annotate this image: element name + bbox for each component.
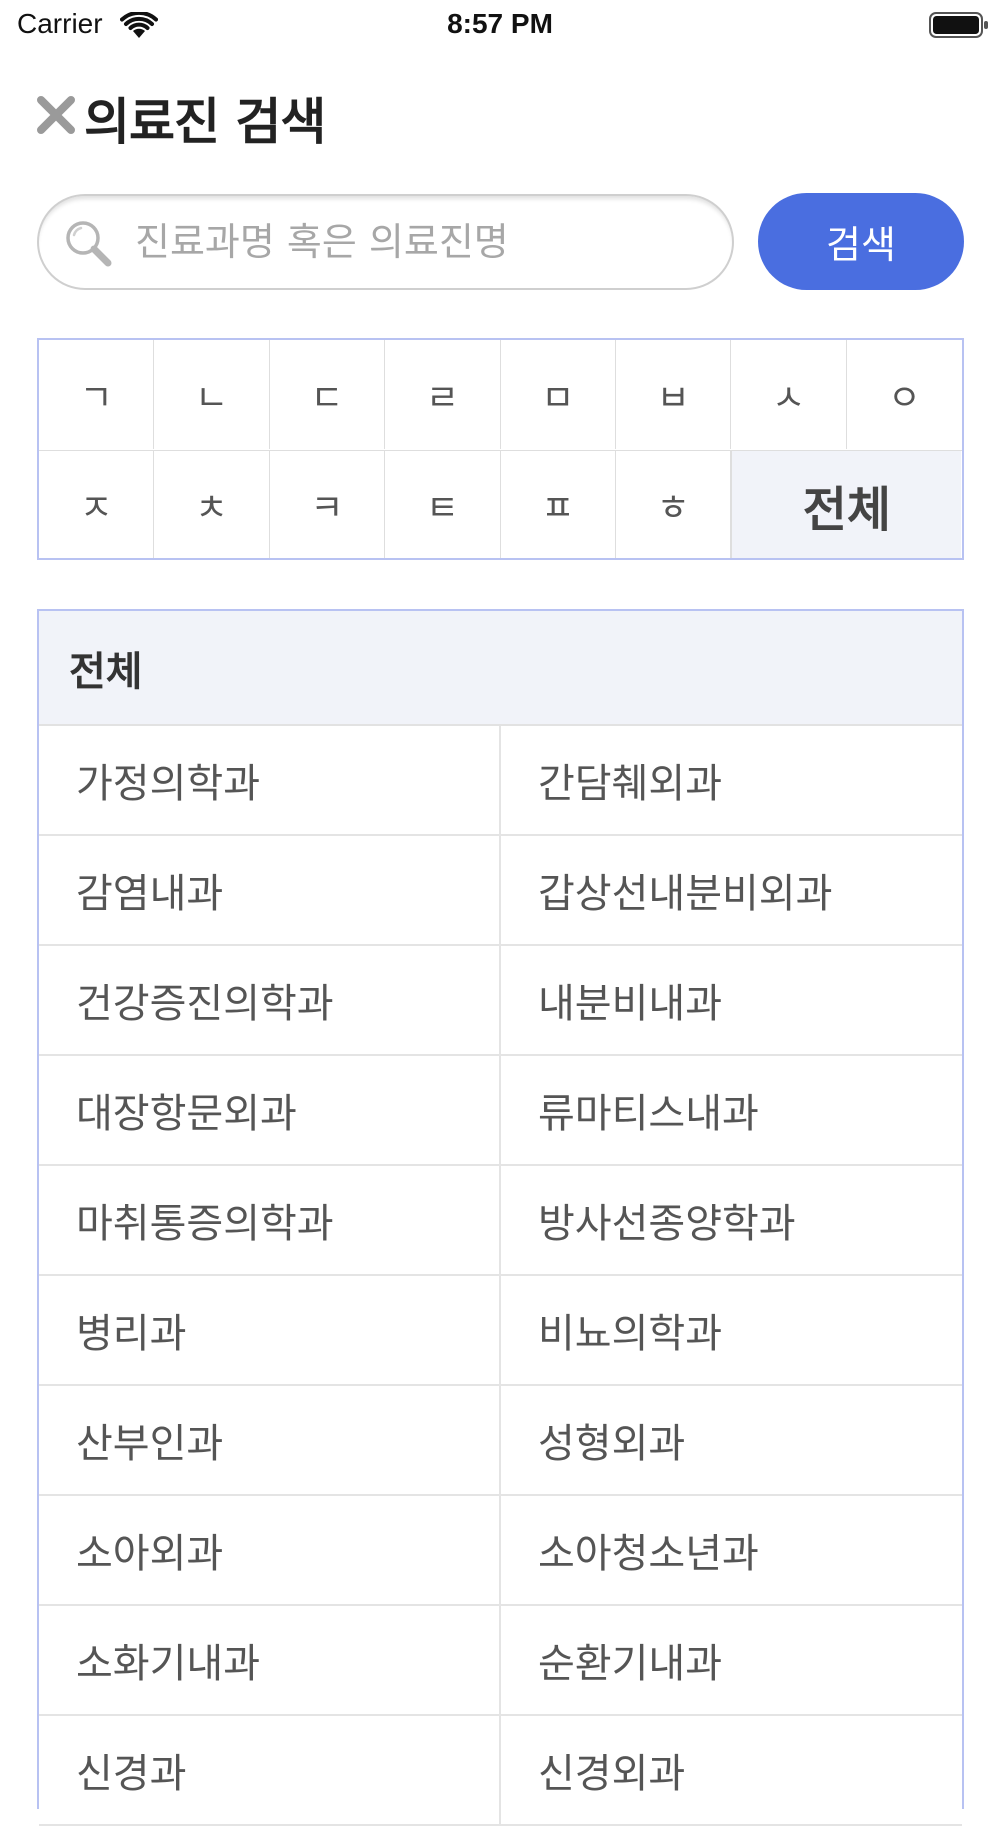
index-cell-hieut[interactable]: ㅎ xyxy=(616,451,732,558)
department-item[interactable]: 감염내과 xyxy=(39,836,501,944)
index-cell-mieum[interactable]: ㅁ xyxy=(501,340,616,449)
index-cell-ieung[interactable]: ㅇ xyxy=(847,340,962,449)
table-row: 건강증진의학과 내분비내과 xyxy=(39,946,962,1056)
department-item[interactable]: 신경외과 xyxy=(501,1716,962,1824)
table-row: 소아외과 소아청소년과 xyxy=(39,1496,962,1606)
department-item[interactable]: 대장항문외과 xyxy=(39,1056,501,1164)
table-row: 신경과 신경외과 xyxy=(39,1716,962,1826)
department-item[interactable]: 소아청소년과 xyxy=(501,1496,962,1604)
status-bar: Carrier 8:57 PM xyxy=(0,0,1000,50)
index-cell-nieun[interactable]: ㄴ xyxy=(154,340,270,449)
table-row: 산부인과 성형외과 xyxy=(39,1386,962,1496)
table-row: 마취통증의학과 방사선종양학과 xyxy=(39,1166,962,1276)
department-item[interactable]: 소아외과 xyxy=(39,1496,501,1604)
close-icon[interactable] xyxy=(36,95,76,135)
index-cell-pieup[interactable]: ㅍ xyxy=(501,451,616,558)
index-cell-all[interactable]: 전체 xyxy=(731,451,962,558)
department-item[interactable]: 간담췌외과 xyxy=(501,726,962,834)
index-cell-siot[interactable]: ㅅ xyxy=(731,340,847,449)
department-item[interactable]: 산부인과 xyxy=(39,1386,501,1494)
department-item[interactable]: 가정의학과 xyxy=(39,726,501,834)
index-cell-jieut[interactable]: ㅈ xyxy=(39,451,155,558)
department-list-header: 전체 xyxy=(39,611,962,726)
battery-icon xyxy=(929,12,988,38)
index-cell-digeut[interactable]: ㄷ xyxy=(270,340,386,449)
department-item[interactable]: 성형외과 xyxy=(501,1386,962,1494)
department-rows: 가정의학과 간담췌외과 감염내과 갑상선내분비외과 건강증진의학과 내분비내과 … xyxy=(39,726,962,1826)
table-row: 병리과 비뇨의학과 xyxy=(39,1276,962,1386)
department-item[interactable]: 내분비내과 xyxy=(501,946,962,1054)
department-item[interactable]: 건강증진의학과 xyxy=(39,946,501,1054)
index-row: ㅈ ㅊ ㅋ ㅌ ㅍ ㅎ 전체 xyxy=(39,450,962,558)
search-box[interactable] xyxy=(37,194,734,290)
department-item[interactable]: 소화기내과 xyxy=(39,1606,501,1714)
department-item[interactable]: 방사선종양학과 xyxy=(501,1166,962,1274)
department-item[interactable]: 신경과 xyxy=(39,1716,501,1824)
department-item[interactable]: 순환기내과 xyxy=(501,1606,962,1714)
table-row: 대장항문외과 류마티스내과 xyxy=(39,1056,962,1166)
index-cell-kieuk[interactable]: ㅋ xyxy=(270,451,386,558)
index-cell-bieup[interactable]: ㅂ xyxy=(616,340,732,449)
consonant-index-grid: ㄱ ㄴ ㄷ ㄹ ㅁ ㅂ ㅅ ㅇ ㅈ ㅊ ㅋ ㅌ ㅍ ㅎ 전체 xyxy=(37,338,964,560)
table-row: 가정의학과 간담췌외과 xyxy=(39,726,962,836)
department-item[interactable]: 비뇨의학과 xyxy=(501,1276,962,1384)
department-item[interactable]: 갑상선내분비외과 xyxy=(501,836,962,944)
index-cell-giyeok[interactable]: ㄱ xyxy=(39,340,155,449)
department-list: 전체 가정의학과 간담췌외과 감염내과 갑상선내분비외과 건강증진의학과 내분비… xyxy=(37,609,964,1826)
table-row: 감염내과 갑상선내분비외과 xyxy=(39,836,962,946)
department-item[interactable]: 병리과 xyxy=(39,1276,501,1384)
clock: 8:57 PM xyxy=(447,8,553,39)
search-input[interactable] xyxy=(135,214,705,270)
page-title: 의료진 검색 xyxy=(84,93,326,151)
department-item[interactable]: 류마티스내과 xyxy=(501,1056,962,1164)
index-row: ㄱ ㄴ ㄷ ㄹ ㅁ ㅂ ㅅ ㅇ xyxy=(39,340,962,449)
table-row: 소화기내과 순환기내과 xyxy=(39,1606,962,1716)
index-cell-tieut[interactable]: ㅌ xyxy=(385,451,501,558)
index-cell-rieul[interactable]: ㄹ xyxy=(385,340,501,449)
department-item[interactable]: 마취통증의학과 xyxy=(39,1166,501,1274)
search-icon xyxy=(66,221,112,267)
index-cell-chieut[interactable]: ㅊ xyxy=(154,451,270,558)
search-button[interactable]: 검색 xyxy=(758,193,964,290)
